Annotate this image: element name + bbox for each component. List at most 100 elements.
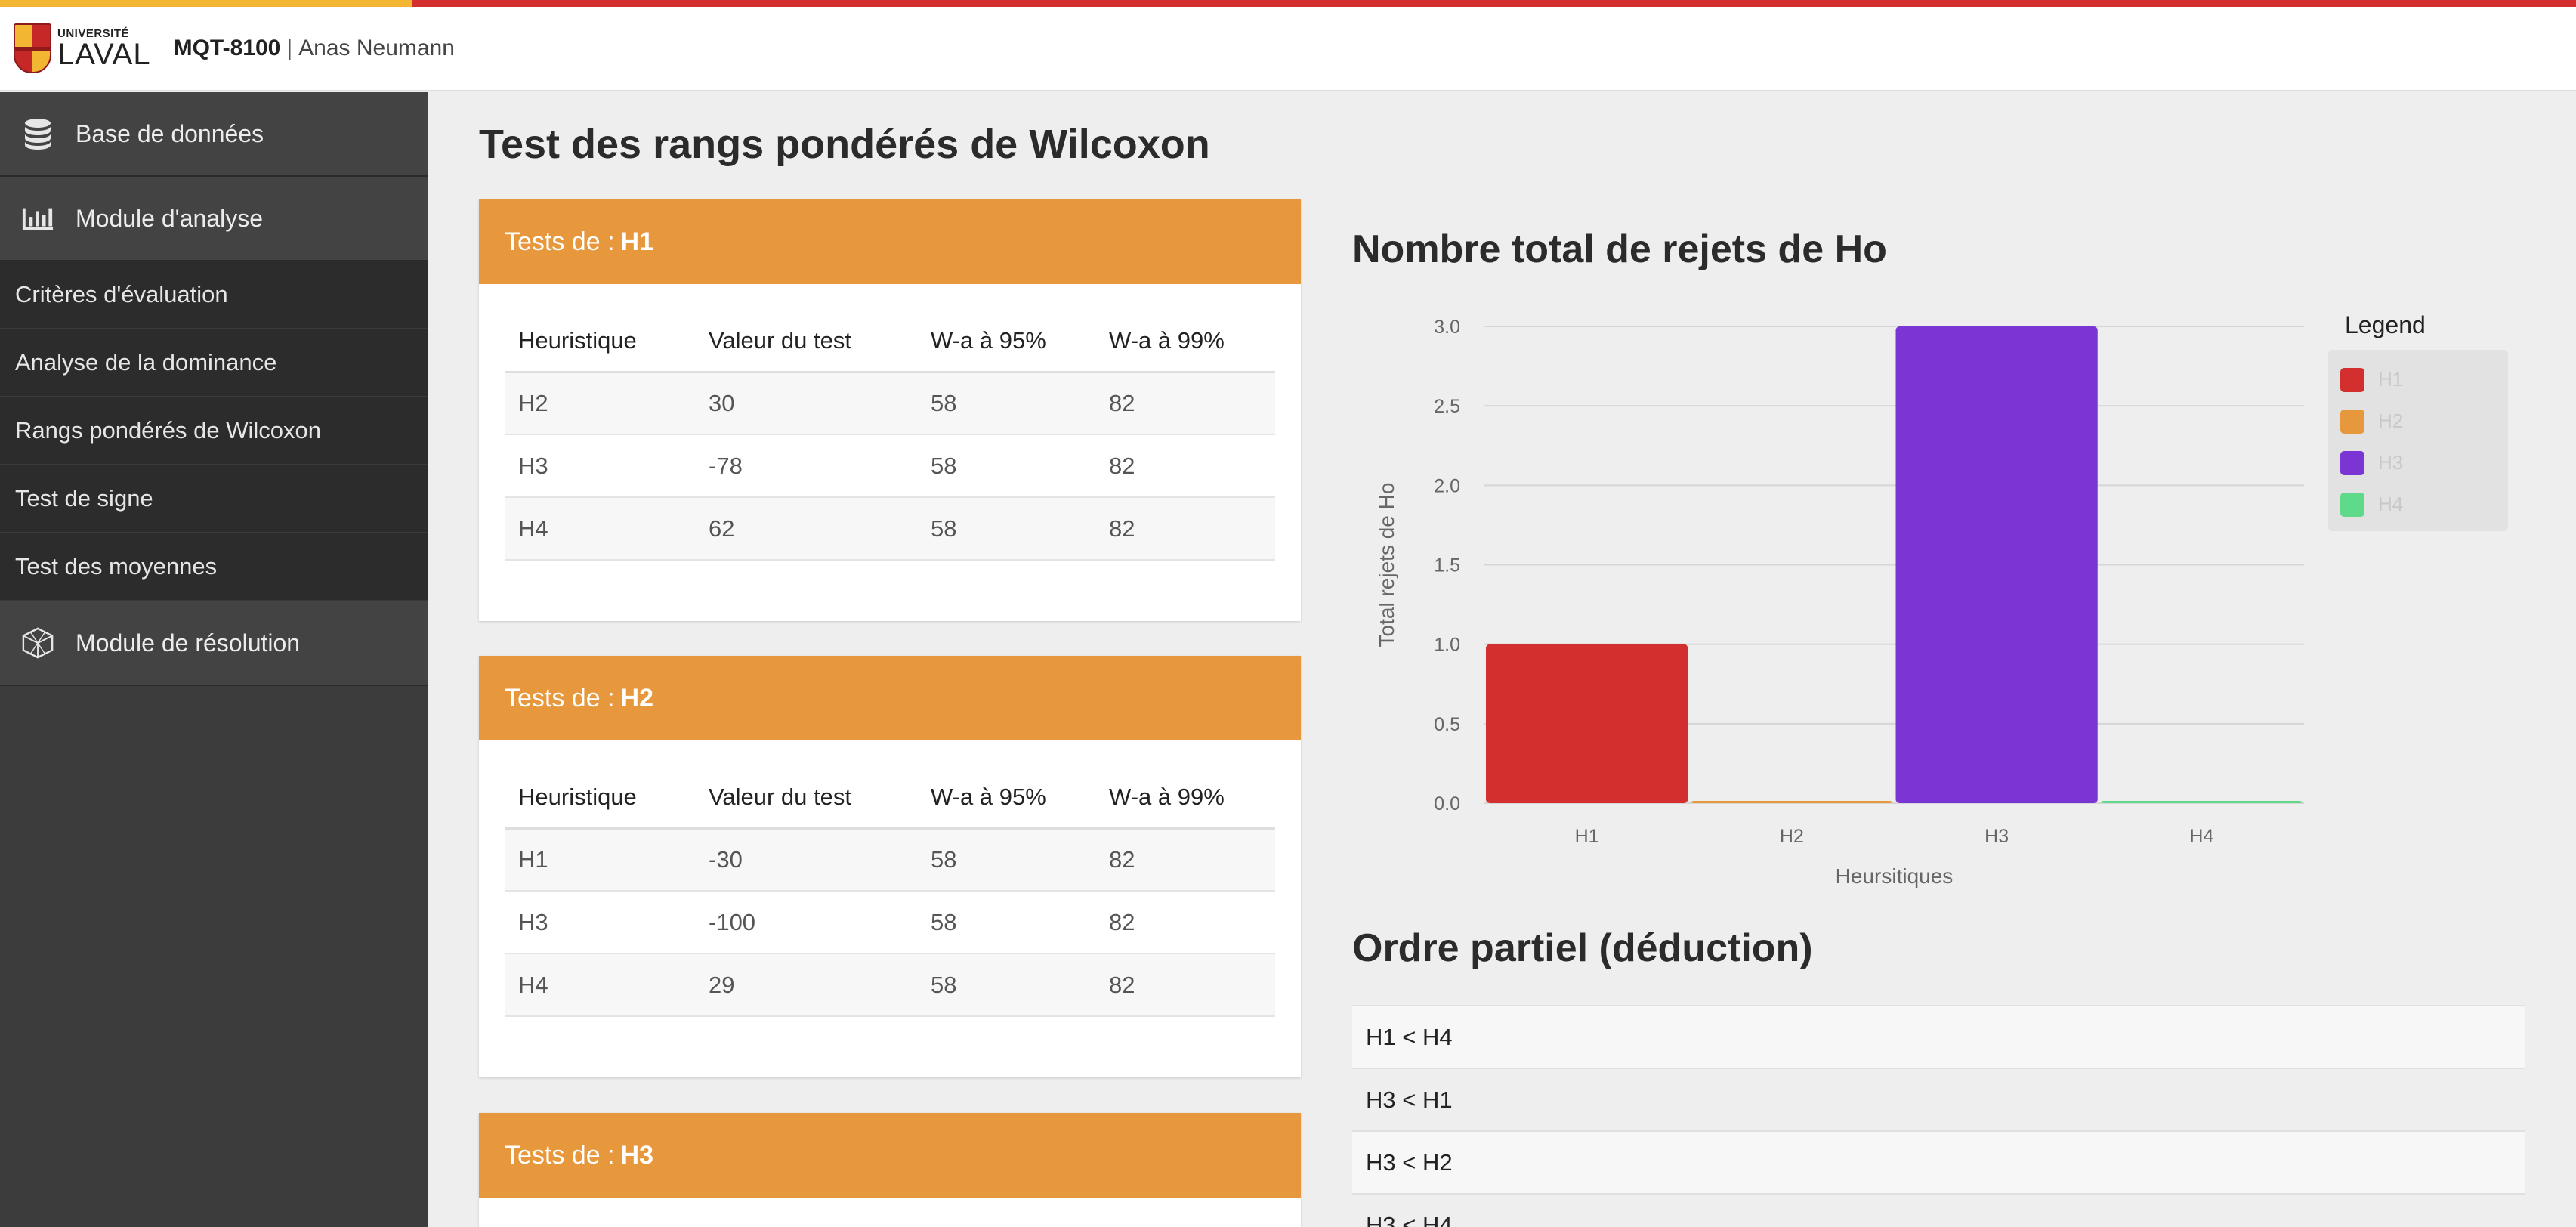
partial-order-list: H1 < H4 H3 < H1 H3 < H2 H3 < H4 <box>1352 1005 2525 1227</box>
legend-label: H1 <box>2378 368 2404 391</box>
legend-label: H4 <box>2378 493 2404 515</box>
bar-h2 <box>1691 801 1893 803</box>
table-cell: H2 <box>505 372 695 435</box>
legend-swatch <box>2340 409 2364 434</box>
legend-item[interactable]: H1 <box>2340 359 2496 400</box>
card-header-prefix: Tests de : <box>505 227 615 256</box>
sidebar-item-database[interactable]: Base de données <box>0 92 428 177</box>
sidebar-subitem-criteria[interactable]: Critères d'évaluation <box>0 261 428 329</box>
legend-label: H2 <box>2378 410 2404 432</box>
partial-order-item: H3 < H4 <box>1352 1193 2525 1227</box>
test-card-h3: Tests de : H3 <box>479 1113 1301 1227</box>
sidebar-item-analysis[interactable]: Module d'analyse <box>0 177 428 261</box>
bar-h4 <box>2100 801 2303 803</box>
sidebar-subitem-means-test[interactable]: Test des moyennes <box>0 533 428 601</box>
x-tick-label: H3 <box>1985 826 2009 847</box>
card-header-heuristic: H3 <box>620 1140 653 1170</box>
y-tick-label: 2.5 <box>1434 396 1460 417</box>
table-row: H3 -78 58 82 <box>505 434 1275 498</box>
y-tick-label: 1.5 <box>1434 555 1460 576</box>
database-icon <box>21 117 54 150</box>
bar-chart-icon <box>21 202 54 235</box>
sidebar-item-resolution[interactable]: Module de résolution <box>0 601 428 686</box>
table-cell: 62 <box>695 497 917 561</box>
table-cell: -30 <box>695 828 917 892</box>
table-row: H1 -30 58 82 <box>505 828 1275 892</box>
card-header: Tests de : H2 <box>479 656 1301 740</box>
legend-title: Legend <box>2345 311 2426 338</box>
table-cell: H3 <box>505 891 695 954</box>
card-header-heuristic: H2 <box>620 683 653 712</box>
logo-big-text: LAVAL <box>57 37 151 71</box>
table-cell: 58 <box>917 434 1095 498</box>
table-cell: H4 <box>505 953 695 1017</box>
card-header: Tests de : H3 <box>479 1113 1301 1198</box>
user-name: Anas Neumann <box>298 36 455 60</box>
table-cell: 82 <box>1095 372 1275 435</box>
legend-swatch <box>2340 450 2364 475</box>
table-cell: 82 <box>1095 434 1275 498</box>
table-cell: 30 <box>695 372 917 435</box>
table-cell: H4 <box>505 497 695 561</box>
legend-swatch <box>2340 367 2364 392</box>
chart-legend: Legend H1 H2 H3 H4 <box>2328 311 2510 531</box>
column-header: W-a à 99% <box>1095 768 1275 830</box>
table-cell: 58 <box>917 372 1095 435</box>
bar-h1 <box>1486 644 1688 803</box>
sidebar-subitem-wilcoxon[interactable]: Rangs pondérés de Wilcoxon <box>0 397 428 465</box>
column-header: Heuristique <box>505 768 695 830</box>
course-code: MQT-8100 <box>173 36 281 60</box>
table-row: H3 -100 58 82 <box>505 891 1275 954</box>
y-tick-label: 1.0 <box>1434 635 1460 656</box>
partial-order-title: Ordre partiel (déduction) <box>1352 926 1813 970</box>
university-logo[interactable]: UNIVERSITÉ LAVAL <box>14 23 151 73</box>
table-cell: 58 <box>917 497 1095 561</box>
test-card-h2: Tests de : H2 Heuristique Valeur du test… <box>479 656 1301 1077</box>
sidebar-subitem-sign-test[interactable]: Test de signe <box>0 465 428 533</box>
table-cell: 82 <box>1095 497 1275 561</box>
table-cell: 82 <box>1095 953 1275 1017</box>
x-axis-label: Heursitiques <box>1836 864 1954 888</box>
y-tick-label: 3.0 <box>1434 317 1460 338</box>
crest-icon <box>14 23 51 73</box>
partial-order-item: H1 < H4 <box>1352 1005 2525 1068</box>
sidebar-item-label: Module de résolution <box>76 629 301 657</box>
top-color-stripe <box>0 0 2576 7</box>
sidebar-item-label: Base de données <box>76 119 264 147</box>
x-tick-label: H4 <box>2189 826 2213 847</box>
y-tick-label: 0.5 <box>1434 714 1460 735</box>
table-cell: 58 <box>917 828 1095 892</box>
legend-item[interactable]: H3 <box>2340 442 2496 484</box>
partial-order-item: H3 < H1 <box>1352 1068 2525 1130</box>
table-cell: -100 <box>695 891 917 954</box>
column-header: W-a à 95% <box>917 768 1095 830</box>
results-table: Heuristique Valeur du test W-a à 95% W-a… <box>505 311 1275 561</box>
x-tick-label: H2 <box>1780 826 1804 847</box>
table-row: H2 30 58 82 <box>505 372 1275 435</box>
sidebar-item-label: Module d'analyse <box>76 204 264 232</box>
card-header-heuristic: H1 <box>620 227 653 256</box>
legend-box: H1 H2 H3 H4 <box>2328 350 2508 531</box>
legend-item[interactable]: H4 <box>2340 484 2496 525</box>
stripe-gold-segment <box>0 0 412 7</box>
table-cell: 82 <box>1095 828 1275 892</box>
sidebar-subitem-dominance[interactable]: Analyse de la dominance <box>0 329 428 397</box>
card-header-prefix: Tests de : <box>505 1140 615 1170</box>
table-cell: 58 <box>917 891 1095 954</box>
x-tick-label: H1 <box>1575 826 1599 847</box>
card-header: Tests de : H1 <box>479 199 1301 284</box>
table-header-row: Heuristique Valeur du test W-a à 95% W-a… <box>505 768 1275 830</box>
bar-h3 <box>1895 326 2098 803</box>
y-tick-label: 2.0 <box>1434 475 1460 496</box>
legend-item[interactable]: H2 <box>2340 400 2496 442</box>
results-table: Heuristique Valeur du test W-a à 95% W-a… <box>505 768 1275 1017</box>
rejections-bar-chart: 0.0 0.5 1.0 1.5 2.0 2.5 3.0 H1 H2 H3 H4 Heursitique… <box>1375 317 2304 888</box>
cube-icon <box>21 626 54 660</box>
y-tick-label: 0.0 <box>1434 793 1460 814</box>
table-cell: -78 <box>695 434 917 498</box>
header-separator: | <box>286 36 293 60</box>
column-header: Valeur du test <box>695 311 917 373</box>
table-cell: 29 <box>695 953 917 1017</box>
column-header: W-a à 99% <box>1095 311 1275 373</box>
sidebar: Base de données Module d'analyse Critère… <box>0 92 428 1227</box>
